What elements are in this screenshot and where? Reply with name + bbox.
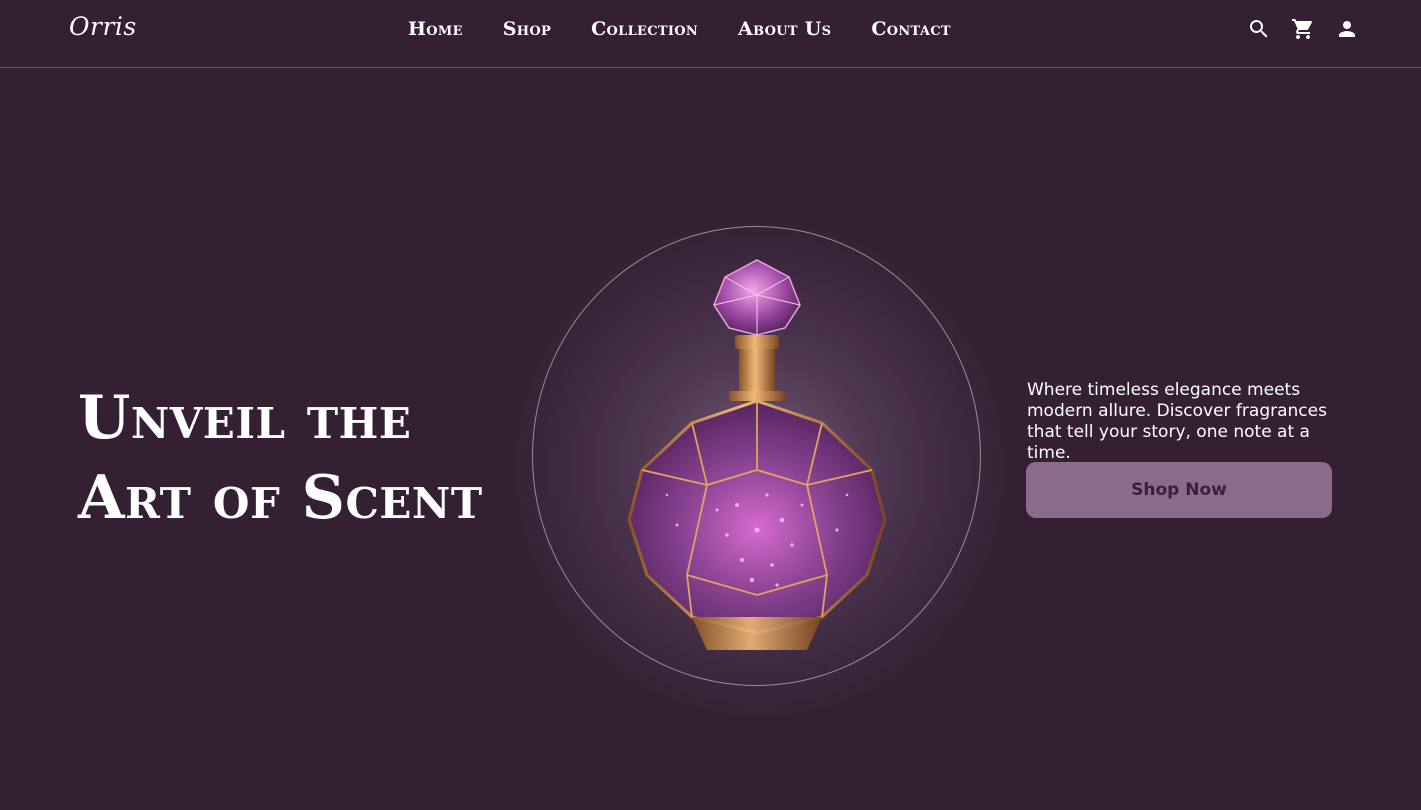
nav-links: Home Shop Collection About Us Contact	[408, 18, 951, 40]
shop-now-button[interactable]: Shop Now	[1026, 462, 1332, 518]
perfume-bottle-image	[627, 259, 887, 650]
navbar: Orris Home Shop Collection About Us Cont…	[0, 0, 1421, 68]
nav-link-about-us[interactable]: About Us	[738, 18, 831, 40]
cart-icon[interactable]	[1291, 17, 1315, 41]
hero-title: Unveil the Art of Scent	[78, 378, 483, 538]
bottle-neck	[739, 349, 775, 395]
bottle-collar	[735, 335, 779, 349]
nav-icons	[1247, 17, 1359, 41]
nav-link-contact[interactable]: Contact	[871, 18, 951, 40]
nav-link-collection[interactable]: Collection	[591, 18, 698, 40]
search-icon[interactable]	[1247, 17, 1271, 41]
hero-title-line-1: Unveil the	[78, 383, 412, 453]
bottle-base	[692, 617, 822, 650]
brand-logo[interactable]: Orris	[69, 12, 137, 41]
user-icon[interactable]	[1335, 17, 1359, 41]
hero-title-line-2: Art of Scent	[78, 463, 483, 533]
nav-link-home[interactable]: Home	[408, 18, 463, 40]
hero-tagline: Where timeless elegance meets modern all…	[1027, 380, 1327, 463]
nav-link-shop[interactable]: Shop	[503, 18, 551, 40]
